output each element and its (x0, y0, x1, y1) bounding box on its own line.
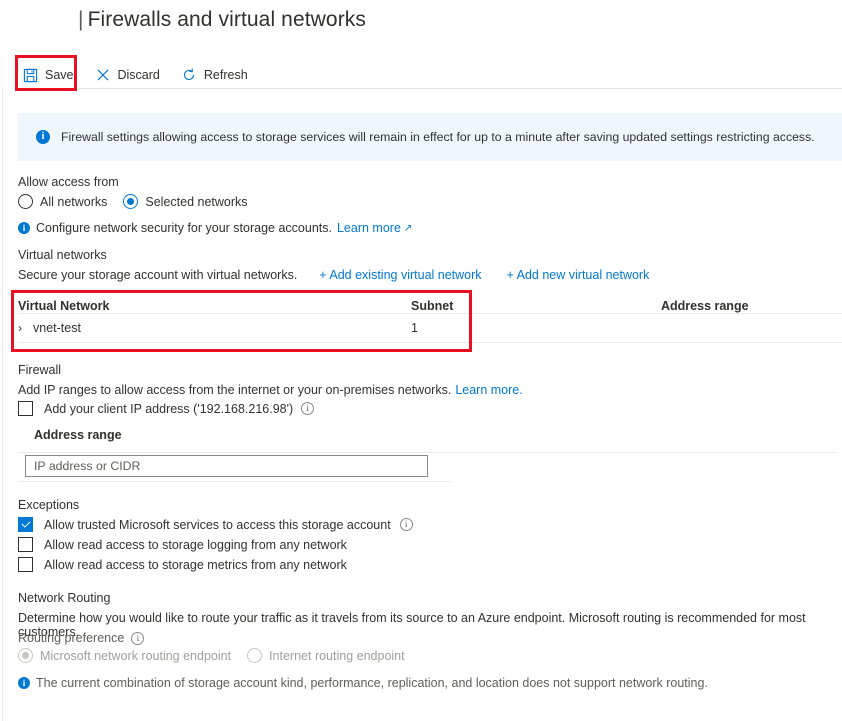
refresh-button[interactable]: Refresh (177, 64, 257, 86)
header-divider (78, 88, 842, 89)
radio-all-networks[interactable] (18, 194, 33, 209)
network-routing-note-text: The current combination of storage accou… (36, 676, 708, 690)
save-floppy-icon (22, 67, 38, 83)
refresh-circular-arrow-icon (181, 67, 197, 83)
left-rail-divider (2, 89, 3, 721)
radio-internet-routing-endpoint-label: Internet routing endpoint (269, 648, 405, 663)
info-filled-icon: i (18, 222, 30, 234)
routing-preference-label: Routing preference (18, 631, 125, 645)
exception-trusted-services-label: Allow trusted Microsoft services to acce… (44, 517, 391, 532)
address-range-header-rule (18, 452, 836, 453)
table-cell-virtual-network: vnet-test (33, 321, 81, 335)
firewall-title: Firewall (18, 363, 62, 377)
firewall-learn-more-link[interactable]: Learn more. (455, 383, 522, 397)
radio-microsoft-network-routing-endpoint (18, 648, 33, 663)
firewall-info-banner: i Firewall settings allowing access to s… (18, 113, 842, 161)
add-new-virtual-network-link[interactable]: + Add new virtual network (507, 268, 650, 282)
add-client-ip-checkbox[interactable] (18, 401, 33, 416)
exception-row-storage-logging: Allow read access to storage logging fro… (18, 537, 347, 552)
page-title: | Firewalls and virtual networks (78, 8, 366, 32)
virtual-networks-title: Virtual networks (18, 248, 107, 262)
radio-all-networks-label: All networks (40, 194, 108, 209)
virtual-networks-description: Secure your storage account with virtual… (18, 268, 298, 282)
table-cell-subnet: 1 (411, 321, 418, 335)
info-filled-icon: i (36, 130, 50, 144)
address-range-label: Address range (34, 428, 122, 442)
radio-internet-routing-endpoint (247, 648, 263, 663)
external-link-icon: ↗ (403, 222, 413, 234)
radio-microsoft-network-routing-endpoint-label: Microsoft network routing endpoint (40, 648, 232, 663)
info-filled-icon: i (18, 677, 30, 689)
info-outline-icon[interactable]: i (399, 518, 413, 531)
exceptions-title: Exceptions (18, 498, 80, 512)
exception-trusted-services-checkbox[interactable] (18, 517, 33, 532)
column-header-virtual-network: Virtual Network (18, 299, 110, 313)
exception-row-trusted-services: Allow trusted Microsoft services to acce… (18, 517, 413, 532)
title-separator-glyph: | (78, 8, 84, 31)
firewall-description-text: Add IP ranges to allow access from the i… (18, 383, 452, 397)
routing-preference-label-row: Routing preference i (18, 631, 145, 645)
command-bar: Save Discard Refresh (18, 62, 257, 88)
virtual-network-table-footer-rule (18, 342, 842, 343)
add-existing-virtual-network-link[interactable]: + Add existing virtual network (319, 268, 481, 282)
column-header-address-range: Address range (661, 299, 749, 313)
refresh-button-label: Refresh (203, 68, 248, 82)
exception-storage-metrics-checkbox[interactable] (18, 557, 33, 572)
virtual-networks-actions: Secure your storage account with virtual… (18, 268, 649, 282)
table-row[interactable]: › vnet-test 1 (18, 313, 842, 342)
radio-selected-networks-label: Selected networks (145, 194, 248, 209)
address-range-footer-rule (18, 481, 451, 482)
network-routing-title: Network Routing (18, 591, 111, 605)
exception-storage-logging-label: Allow read access to storage logging fro… (44, 537, 347, 552)
radio-selected-networks[interactable] (123, 194, 139, 209)
configure-network-security-text: Configure network security for your stor… (36, 221, 332, 235)
exception-storage-logging-checkbox[interactable] (18, 537, 33, 552)
address-range-input[interactable] (25, 455, 428, 477)
virtual-network-table: Virtual Network Subnet Address range › v… (18, 291, 842, 343)
firewall-info-banner-message: Firewall settings allowing access to sto… (61, 130, 815, 144)
network-routing-note: i The current combination of storage acc… (18, 676, 708, 690)
allow-access-from-label: Allow access from (18, 175, 119, 189)
close-x-icon (95, 67, 111, 83)
allow-access-from-options: All networks Selected networks (18, 194, 248, 209)
configure-network-security-learn-more-link[interactable]: Learn more (337, 221, 401, 235)
info-outline-icon[interactable]: i (301, 402, 315, 415)
discard-button[interactable]: Discard (91, 64, 169, 86)
exception-storage-metrics-label: Allow read access to storage metrics fro… (44, 557, 347, 572)
page-title-text: Firewalls and virtual networks (87, 8, 366, 31)
discard-button-label: Discard (117, 68, 160, 82)
virtual-network-table-header: Virtual Network Subnet Address range (18, 291, 842, 313)
save-button[interactable]: Save (18, 64, 83, 86)
column-header-subnet: Subnet (411, 299, 454, 313)
chevron-right-icon[interactable]: › (18, 321, 29, 335)
firewall-description: Add IP ranges to allow access from the i… (18, 383, 523, 397)
configure-network-security-note: i Configure network security for your st… (18, 221, 412, 235)
add-client-ip-checkbox-row: Add your client IP address ('192.168.216… (18, 401, 315, 416)
exception-row-storage-metrics: Allow read access to storage metrics fro… (18, 557, 347, 572)
save-button-label: Save (45, 68, 74, 82)
add-client-ip-label: Add your client IP address ('192.168.216… (44, 401, 294, 416)
routing-preference-options: Microsoft network routing endpoint Inter… (18, 648, 405, 663)
info-outline-icon[interactable]: i (131, 631, 145, 645)
